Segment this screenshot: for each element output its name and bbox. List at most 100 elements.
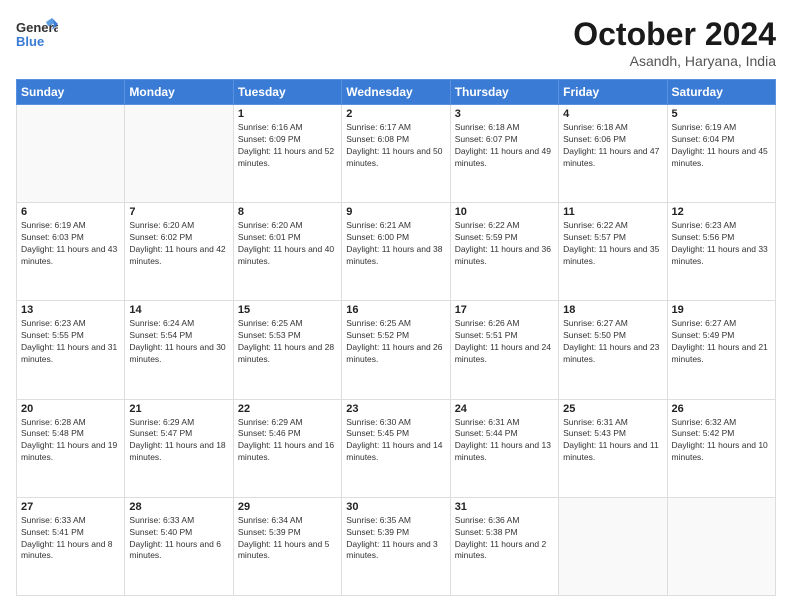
day-info: Sunrise: 6:25 AMSunset: 5:53 PMDaylight:… (238, 318, 337, 366)
day-number: 16 (346, 304, 445, 316)
table-row: 2 Sunrise: 6:17 AMSunset: 6:08 PMDaylight… (342, 105, 450, 203)
calendar-week-row: 6 Sunrise: 6:19 AMSunset: 6:03 PMDaylight… (17, 203, 776, 301)
calendar-header-row: Sunday Monday Tuesday Wednesday Thursday… (17, 80, 776, 105)
day-number: 26 (672, 403, 771, 415)
table-row: 30 Sunrise: 6:35 AMSunset: 5:39 PMDayligh… (342, 497, 450, 595)
table-row: 28 Sunrise: 6:33 AMSunset: 5:40 PMDayligh… (125, 497, 233, 595)
day-info: Sunrise: 6:35 AMSunset: 5:39 PMDaylight:… (346, 515, 445, 563)
day-number: 9 (346, 206, 445, 218)
day-number: 14 (129, 304, 228, 316)
day-info: Sunrise: 6:29 AMSunset: 5:47 PMDaylight:… (129, 417, 228, 465)
header-monday: Monday (125, 80, 233, 105)
day-info: Sunrise: 6:32 AMSunset: 5:42 PMDaylight:… (672, 417, 771, 465)
header-sunday: Sunday (17, 80, 125, 105)
calendar-week-row: 27 Sunrise: 6:33 AMSunset: 5:41 PMDayligh… (17, 497, 776, 595)
day-number: 15 (238, 304, 337, 316)
day-info: Sunrise: 6:25 AMSunset: 5:52 PMDaylight:… (346, 318, 445, 366)
table-row: 16 Sunrise: 6:25 AMSunset: 5:52 PMDayligh… (342, 301, 450, 399)
table-row (559, 497, 667, 595)
day-number: 22 (238, 403, 337, 415)
table-row: 29Sunrise: 6:34 AMSunset: 5:39 PMDayligh… (233, 497, 341, 595)
title-area: October 2024 Asandh, Haryana, India (573, 16, 776, 69)
table-row (125, 105, 233, 203)
table-row: 31 Sunrise: 6:36 AMSunset: 5:38 PMDayligh… (450, 497, 558, 595)
day-info: Sunrise: 6:17 AMSunset: 6:08 PMDaylight:… (346, 122, 445, 170)
day-info: Sunrise: 6:23 AMSunset: 5:56 PMDaylight:… (672, 220, 771, 268)
day-info: Sunrise: 6:27 AMSunset: 5:50 PMDaylight:… (563, 318, 662, 366)
table-row (667, 497, 775, 595)
table-row: 7Sunrise: 6:20 AMSunset: 6:02 PMDaylight… (125, 203, 233, 301)
header-saturday: Saturday (667, 80, 775, 105)
table-row: 9Sunrise: 6:21 AMSunset: 6:00 PMDaylight… (342, 203, 450, 301)
location: Asandh, Haryana, India (573, 53, 776, 69)
table-row: 1 Sunrise: 6:16 AMSunset: 6:09 PMDaylight… (233, 105, 341, 203)
table-row: 5Sunrise: 6:19 AMSunset: 6:04 PMDaylight… (667, 105, 775, 203)
table-row: 18 Sunrise: 6:27 AMSunset: 5:50 PMDayligh… (559, 301, 667, 399)
day-number: 5 (672, 108, 771, 120)
table-row: 26 Sunrise: 6:32 AMSunset: 5:42 PMDayligh… (667, 399, 775, 497)
day-number: 1 (238, 108, 337, 120)
day-info: Sunrise: 6:19 AMSunset: 6:03 PMDaylight:… (21, 220, 120, 268)
day-info: Sunrise: 6:31 AMSunset: 5:43 PMDaylight:… (563, 417, 662, 465)
day-number: 18 (563, 304, 662, 316)
day-info: Sunrise: 6:36 AMSunset: 5:38 PMDaylight:… (455, 515, 554, 563)
day-info: Sunrise: 6:16 AMSunset: 6:09 PMDaylight:… (238, 122, 337, 170)
day-number: 12 (672, 206, 771, 218)
header: General Blue October 2024 Asandh, Haryan… (16, 16, 776, 69)
day-number: 13 (21, 304, 120, 316)
table-row: 12 Sunrise: 6:23 AMSunset: 5:56 PMDayligh… (667, 203, 775, 301)
table-row: 17Sunrise: 6:26 AMSunset: 5:51 PMDayligh… (450, 301, 558, 399)
calendar-week-row: 13 Sunrise: 6:23 AMSunset: 5:55 PMDayligh… (17, 301, 776, 399)
table-row: 19 Sunrise: 6:27 AMSunset: 5:49 PMDayligh… (667, 301, 775, 399)
table-row: 20 Sunrise: 6:28 AMSunset: 5:48 PMDayligh… (17, 399, 125, 497)
day-number: 19 (672, 304, 771, 316)
table-row: 22 Sunrise: 6:29 AMSunset: 5:46 PMDayligh… (233, 399, 341, 497)
header-thursday: Thursday (450, 80, 558, 105)
day-info: Sunrise: 6:33 AMSunset: 5:40 PMDaylight:… (129, 515, 228, 563)
table-row: 14Sunrise: 6:24 AMSunset: 5:54 PMDayligh… (125, 301, 233, 399)
header-tuesday: Tuesday (233, 80, 341, 105)
day-number: 8 (238, 206, 337, 218)
table-row: 4 Sunrise: 6:18 AMSunset: 6:06 PMDaylight… (559, 105, 667, 203)
day-number: 28 (129, 501, 228, 513)
day-number: 27 (21, 501, 120, 513)
day-info: Sunrise: 6:20 AMSunset: 6:01 PMDaylight:… (238, 220, 337, 268)
table-row: 11 Sunrise: 6:22 AMSunset: 5:57 PMDayligh… (559, 203, 667, 301)
day-number: 31 (455, 501, 554, 513)
day-info: Sunrise: 6:27 AMSunset: 5:49 PMDaylight:… (672, 318, 771, 366)
day-info: Sunrise: 6:26 AMSunset: 5:51 PMDaylight:… (455, 318, 554, 366)
page: General Blue October 2024 Asandh, Haryan… (0, 0, 792, 612)
table-row: 24Sunrise: 6:31 AMSunset: 5:44 PMDayligh… (450, 399, 558, 497)
day-number: 30 (346, 501, 445, 513)
day-info: Sunrise: 6:30 AMSunset: 5:45 PMDaylight:… (346, 417, 445, 465)
day-number: 29 (238, 501, 337, 513)
table-row: 23Sunrise: 6:30 AMSunset: 5:45 PMDayligh… (342, 399, 450, 497)
logo: General Blue (16, 16, 58, 54)
day-info: Sunrise: 6:29 AMSunset: 5:46 PMDaylight:… (238, 417, 337, 465)
day-number: 20 (21, 403, 120, 415)
svg-text:Blue: Blue (16, 34, 44, 49)
table-row: 15 Sunrise: 6:25 AMSunset: 5:53 PMDayligh… (233, 301, 341, 399)
day-number: 4 (563, 108, 662, 120)
day-number: 11 (563, 206, 662, 218)
day-number: 21 (129, 403, 228, 415)
day-info: Sunrise: 6:23 AMSunset: 5:55 PMDaylight:… (21, 318, 120, 366)
calendar-table: Sunday Monday Tuesday Wednesday Thursday… (16, 79, 776, 596)
table-row: 25 Sunrise: 6:31 AMSunset: 5:43 PMDayligh… (559, 399, 667, 497)
day-info: Sunrise: 6:22 AMSunset: 5:59 PMDaylight:… (455, 220, 554, 268)
header-friday: Friday (559, 80, 667, 105)
day-info: Sunrise: 6:33 AMSunset: 5:41 PMDaylight:… (21, 515, 120, 563)
day-info: Sunrise: 6:18 AMSunset: 6:06 PMDaylight:… (563, 122, 662, 170)
header-wednesday: Wednesday (342, 80, 450, 105)
day-number: 10 (455, 206, 554, 218)
table-row: 21 Sunrise: 6:29 AMSunset: 5:47 PMDayligh… (125, 399, 233, 497)
table-row: 13 Sunrise: 6:23 AMSunset: 5:55 PMDayligh… (17, 301, 125, 399)
table-row (17, 105, 125, 203)
day-info: Sunrise: 6:31 AMSunset: 5:44 PMDaylight:… (455, 417, 554, 465)
day-number: 2 (346, 108, 445, 120)
day-info: Sunrise: 6:18 AMSunset: 6:07 PMDaylight:… (455, 122, 554, 170)
day-number: 6 (21, 206, 120, 218)
day-number: 25 (563, 403, 662, 415)
day-info: Sunrise: 6:28 AMSunset: 5:48 PMDaylight:… (21, 417, 120, 465)
day-info: Sunrise: 6:22 AMSunset: 5:57 PMDaylight:… (563, 220, 662, 268)
